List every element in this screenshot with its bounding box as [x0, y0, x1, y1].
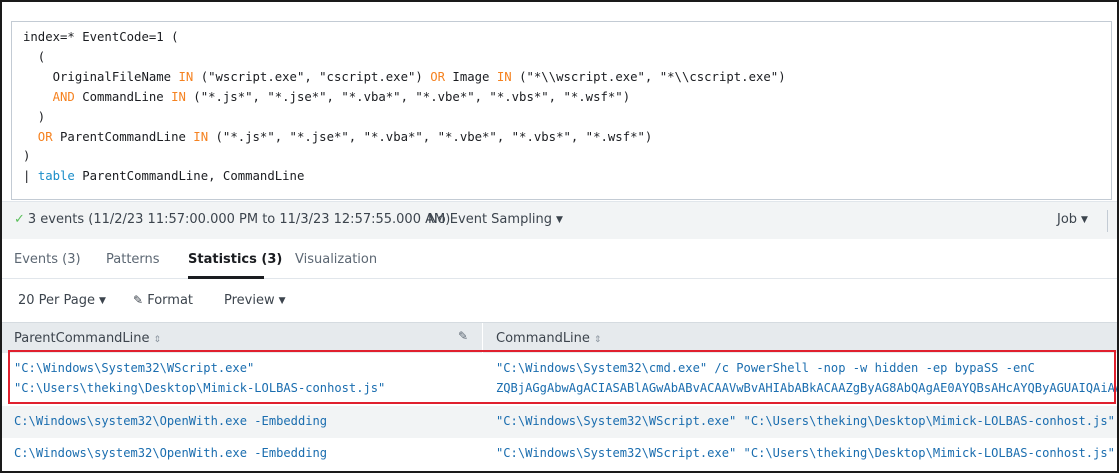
- tab-visualization[interactable]: Visualization: [295, 252, 377, 267]
- search-query-editor[interactable]: index=* EventCode=1 ( ( OriginalFileName…: [11, 21, 1112, 200]
- query-line-2: (: [23, 49, 46, 64]
- highlight-annotation: [8, 350, 1116, 404]
- results-tabs: Events (3) Patterns Statistics (3) Visua…: [2, 239, 1117, 279]
- sort-icon[interactable]: ⇕: [154, 335, 162, 345]
- column-header-parentcommandline[interactable]: ParentCommandLine ⇕: [14, 331, 161, 346]
- job-status-bar: ✓ 3 events (11/2/23 11:57:00.000 PM to 11…: [2, 201, 1117, 239]
- parent-command-cell[interactable]: C:\Windows\system32\OpenWith.exe -Embedd…: [14, 444, 327, 464]
- preview-dropdown[interactable]: Preview ▼: [224, 293, 286, 308]
- event-count-status: ✓ 3 events (11/2/23 11:57:00.000 PM to 11…: [14, 212, 450, 227]
- check-icon: ✓: [14, 212, 25, 227]
- query-line-6: OR ParentCommandLine IN ("*.js*", "*.jse…: [23, 129, 653, 144]
- table-row: C:\Windows\system32\OpenWith.exe -Embedd…: [2, 438, 1117, 471]
- job-menu-label: Job: [1057, 212, 1078, 227]
- query-line-7: ): [23, 149, 31, 164]
- command-cell[interactable]: "C:\Windows\System32\WScript.exe" "C:\Us…: [496, 444, 1115, 464]
- pencil-icon: ✎: [133, 293, 144, 307]
- query-line-1: index=* EventCode=1 (: [23, 30, 179, 44]
- search-results-panel: index=* EventCode=1 ( ( OriginalFileName…: [0, 0, 1119, 473]
- preview-label: Preview: [224, 293, 275, 308]
- divider: [1107, 210, 1109, 232]
- table-header: ParentCommandLine ⇕ ✎ CommandLine ⇕: [2, 322, 1117, 354]
- per-page-dropdown[interactable]: 20 Per Page ▼: [18, 293, 106, 308]
- sort-icon[interactable]: ⇕: [594, 335, 602, 345]
- tab-statistics[interactable]: Statistics (3): [188, 252, 282, 267]
- tab-patterns[interactable]: Patterns: [106, 252, 160, 267]
- parent-command-cell[interactable]: C:\Windows\system32\OpenWith.exe -Embedd…: [14, 412, 327, 432]
- edit-column-icon[interactable]: ✎: [458, 329, 468, 343]
- job-menu-button[interactable]: Job ▼: [1057, 212, 1088, 227]
- table-toolbar: 20 Per Page ▼ ✎ Format Preview ▼: [2, 280, 1117, 322]
- table-row: C:\Windows\system32\OpenWith.exe -Embedd…: [2, 406, 1117, 438]
- command-cell[interactable]: "C:\Windows\System32\WScript.exe" "C:\Us…: [496, 412, 1115, 432]
- query-line-5: ): [23, 109, 46, 124]
- caret-down-icon: ▼: [99, 296, 106, 306]
- query-line-3: OriginalFileName IN ("wscript.exe", "csc…: [23, 69, 786, 84]
- active-tab-indicator: [188, 276, 264, 279]
- column-header-commandline[interactable]: CommandLine ⇕: [496, 331, 601, 346]
- caret-down-icon: ▼: [278, 296, 286, 306]
- event-sampling-label: No Event Sampling: [428, 212, 553, 227]
- search-query-text[interactable]: index=* EventCode=1 ( ( OriginalFileName…: [23, 28, 786, 187]
- format-button[interactable]: ✎ Format: [133, 293, 193, 308]
- caret-down-icon: ▼: [1081, 215, 1088, 225]
- per-page-label: 20 Per Page: [18, 293, 95, 308]
- event-count-text: 3 events (11/2/23 11:57:00.000 PM to 11/…: [27, 212, 451, 227]
- query-line-4: AND CommandLine IN ("*.js*", "*.jse*", "…: [23, 89, 631, 104]
- caret-down-icon: ▼: [556, 215, 563, 225]
- event-sampling-dropdown[interactable]: No Event Sampling ▼: [428, 212, 563, 227]
- tab-events[interactable]: Events (3): [14, 252, 81, 267]
- format-label: Format: [147, 293, 194, 308]
- query-line-8: | table ParentCommandLine, CommandLine: [23, 169, 305, 184]
